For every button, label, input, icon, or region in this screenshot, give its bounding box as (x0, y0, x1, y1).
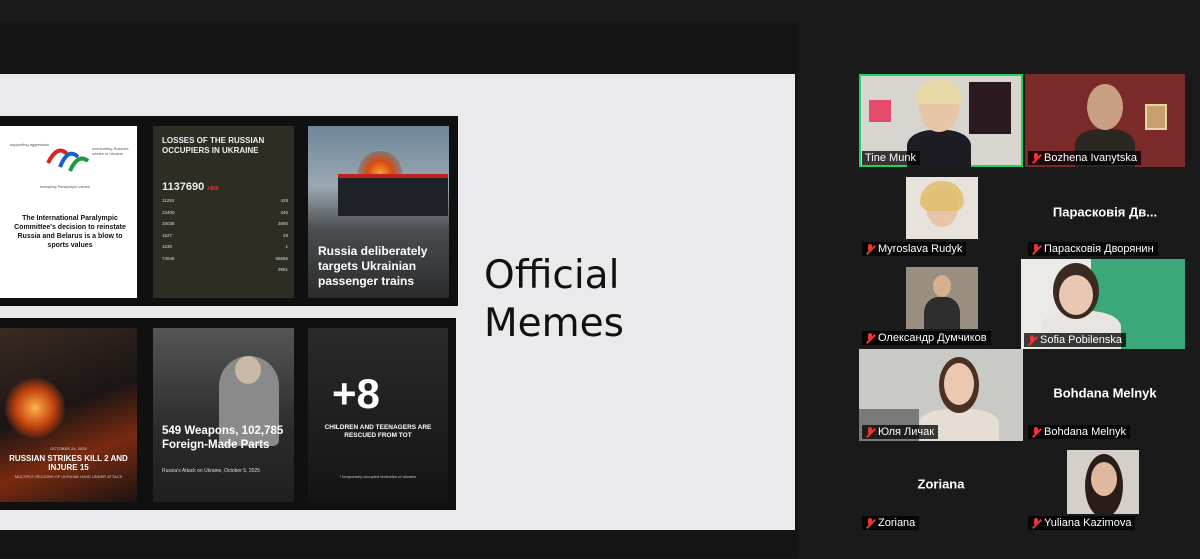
participant-tile-myroslava-rudyk[interactable]: Myroslava Rudyk (859, 170, 1023, 258)
person-face-image (1091, 462, 1117, 496)
losses-stats: 11293 428 23400 346 34036 3660 1527 28 1230 1 7494… (162, 198, 288, 279)
losses-stat-row: 1230 1 (162, 244, 288, 256)
losses-stat-value: 23400 (162, 209, 175, 215)
participant-display-name: Zoriana (917, 476, 965, 492)
meme-subtitle: * temporarily occupied territories of Uk… (339, 474, 417, 479)
participant-tile-bozhena-ivanytska[interactable]: Bozhena Ivanytska (1025, 74, 1185, 167)
losses-stat-value: 1230 (162, 244, 173, 249)
participant-tile-sofia-pobilenska[interactable]: Sofia Pobilenska (1021, 259, 1185, 349)
mic-muted-icon (1031, 426, 1041, 438)
mic-muted-icon (1031, 517, 1041, 529)
sign-image (869, 100, 891, 122)
losses-total-value: 1137690 (162, 181, 205, 193)
participant-tile-paraskoviia[interactable]: Парасковія Дв... Парасковія Дворянин (1025, 170, 1185, 258)
meme-heading: 549 Weapons, 102,785 Foreign-Made Parts (162, 425, 284, 451)
losses-stat-value: 65655 (275, 255, 288, 261)
participant-gallery: Tine Munk Bozhena Ivanytska Myroslava Ru… (802, 22, 1200, 558)
participant-tile-yulia-lychak[interactable]: Юля Личак (859, 349, 1023, 441)
losses-stat-row: 74946 65655 (162, 256, 288, 268)
meme-weapons: 549 Weapons, 102,785 Foreign-Made Parts … (153, 328, 294, 502)
person-hair-image (920, 181, 964, 211)
losses-stat-value: 3981 (277, 267, 288, 272)
mic-muted-icon (865, 243, 875, 255)
participant-tile-zoriana[interactable]: Zoriana Zoriana (859, 444, 1023, 532)
meme-subtitle: Russia's Attack on Ukraine, October 5, 2… (162, 468, 260, 474)
meme-paralympic: supporting aggression overlooking Russia… (0, 126, 137, 298)
losses-stat-value: 28 (282, 232, 288, 238)
meme-children: +8 CHILDREN AND TEENAGERS ARE RESCUED FR… (308, 328, 448, 502)
losses-stat-value: 428 (280, 198, 288, 203)
meme-heading: LOSSES OF THE RUSSIAN OCCUPIERS IN UKRAI… (162, 136, 265, 155)
slide-title: Official Memes (484, 253, 624, 346)
mic-muted-icon (1031, 152, 1041, 164)
participant-name: Парасковія Дворянин (1028, 242, 1158, 256)
participant-name: Олександр Думчиков (862, 331, 991, 345)
fire-image (5, 378, 65, 438)
meme-heading: Russia deliberately targets Ukrainian pa… (318, 244, 428, 288)
participant-tile-oleksandr[interactable]: Олександр Думчиков (859, 261, 1023, 347)
person-body-image (924, 297, 960, 329)
participant-name: Tine Munk (862, 151, 920, 165)
losses-total: 1137690 +920 (162, 181, 219, 193)
losses-stat-row: 1527 28 (162, 233, 288, 245)
losses-stat-row: 3981 (162, 267, 288, 279)
participant-name: Zoriana (862, 516, 920, 530)
person-face-image (944, 363, 974, 405)
meme-heading: CHILDREN AND TEENAGERS ARE RESCUED FROM … (324, 424, 432, 439)
participant-name: Bozhena Ivanytska (1028, 151, 1141, 165)
losses-stat-row: 11293 428 (162, 198, 288, 210)
participant-video (906, 267, 978, 329)
losses-delta: +920 (207, 186, 219, 192)
participant-tile-bohdana-melnyk[interactable]: Bohdana Melnyk Bohdana Melnyk (1025, 349, 1185, 441)
meme-strikes: OCTOBER 24, 2025 RUSSIAN STRIKES KILL 2 … (0, 328, 137, 502)
mic-muted-icon (865, 332, 875, 344)
person-face-image (1059, 275, 1093, 315)
poster-image (969, 82, 1011, 134)
mic-muted-icon (1027, 334, 1037, 346)
presentation-slide: supporting aggression overlooking Russia… (0, 74, 795, 530)
losses-stat-value: 346 (280, 209, 288, 215)
losses-stat-row: 34036 3660 (162, 221, 288, 233)
participant-name: Bohdana Melnyk (1028, 425, 1130, 439)
person-face-image (1087, 84, 1123, 130)
participant-tile-tine-munk[interactable]: Tine Munk (859, 74, 1023, 167)
participant-name: Юля Личак (862, 425, 939, 439)
losses-stat-value (162, 267, 225, 279)
person-face-image (933, 275, 951, 297)
participant-video (1067, 450, 1139, 514)
losses-stat-value: 1 (285, 244, 288, 249)
participant-name: Yuliana Kazimova (1028, 516, 1136, 530)
mic-muted-icon (865, 517, 875, 529)
losses-stat-value: 34036 (162, 221, 175, 226)
meme-text: betraying Paralympic values (40, 184, 91, 189)
participant-tile-yuliana-kazimova[interactable]: Yuliana Kazimova (1025, 444, 1185, 532)
person-head-image (235, 356, 261, 384)
frame-image (1145, 104, 1167, 130)
losses-stat-value: 74946 (162, 255, 175, 261)
losses-stat-value: 11293 (162, 198, 175, 203)
losses-stat-value: 3660 (277, 221, 288, 226)
participant-display-name: Парасковія Дв... (1052, 204, 1158, 220)
paralympic-logo-icon (46, 148, 90, 172)
meme-date: OCTOBER 24, 2025 (50, 446, 87, 451)
participant-name: Myroslava Rudyk (862, 242, 967, 256)
mic-muted-icon (865, 426, 875, 438)
shared-screen: supporting aggression overlooking Russia… (0, 22, 798, 558)
meme-text: overlooking Russia's crimes in Ukraine (92, 146, 129, 156)
participant-name: Sofia Pobilenska (1024, 333, 1126, 347)
losses-stat-value: 1527 (162, 232, 173, 238)
meme-heading: RUSSIAN STRIKES KILL 2 AND INJURE 15 (9, 454, 128, 472)
participant-display-name: Bohdana Melnyk (1053, 385, 1157, 401)
participant-video (906, 177, 978, 239)
meme-big-number: +8 (332, 370, 380, 417)
mic-muted-icon (1031, 243, 1041, 255)
person-hair-image (915, 80, 963, 104)
meme-subtitle: MULTIPLE REGIONS OF UKRAINE HAVE UNDER A… (14, 474, 123, 479)
losses-stat-row: 23400 346 (162, 210, 288, 222)
meme-heading: The International Paralympic Committee's… (14, 215, 126, 249)
meeting-window: supporting aggression overlooking Russia… (0, 0, 1200, 559)
meme-trains: Russia deliberately targets Ukrainian pa… (308, 126, 449, 298)
train-image (338, 174, 448, 216)
meme-losses: LOSSES OF THE RUSSIAN OCCUPIERS IN UKRAI… (153, 126, 294, 298)
